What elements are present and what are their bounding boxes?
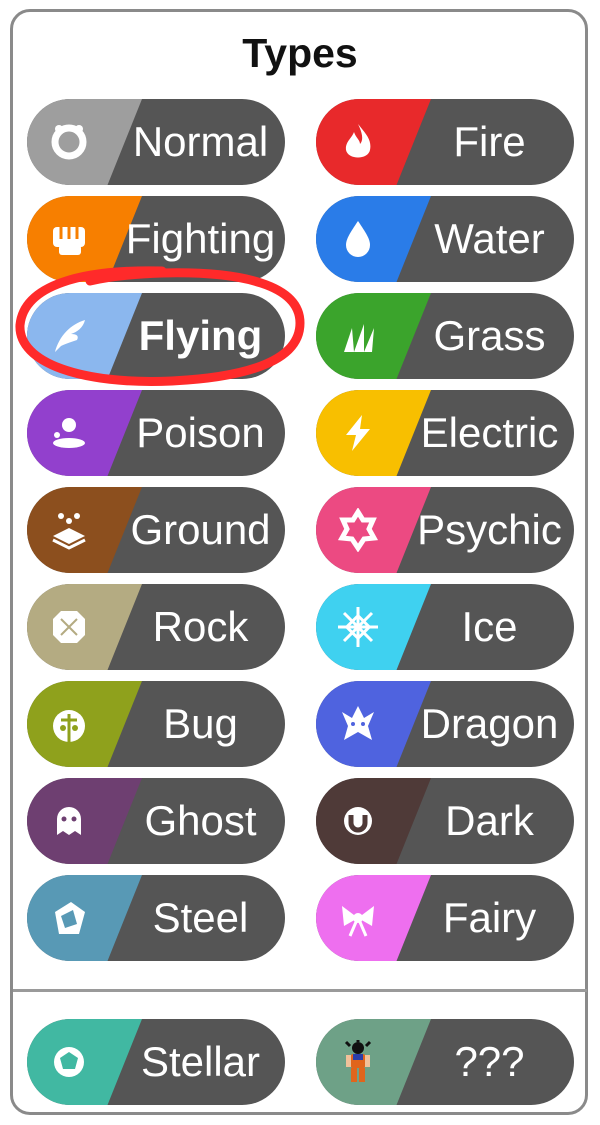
type-button-unknown[interactable]: ???	[316, 1019, 574, 1105]
rock-icon	[47, 605, 91, 649]
type-label: Fairy	[442, 894, 537, 941]
ring-icon	[47, 120, 91, 164]
type-label: Ground	[130, 506, 271, 553]
type-button-fighting[interactable]: Fighting	[27, 196, 285, 282]
type-button-water[interactable]: Water	[316, 196, 574, 282]
type-button-electric[interactable]: Electric	[316, 390, 574, 476]
type-button-fire[interactable]: Fire	[316, 99, 574, 185]
flame-icon	[336, 120, 380, 164]
type-button-bug[interactable]: Bug	[27, 681, 285, 767]
type-label: Dragon	[420, 700, 559, 747]
wing-icon	[47, 314, 91, 358]
type-label: ???	[454, 1038, 525, 1085]
poison-icon	[47, 411, 91, 455]
type-label: Dark	[445, 797, 534, 844]
type-button-psychic[interactable]: Psychic	[316, 487, 574, 573]
snowflake-icon	[336, 605, 380, 649]
fairy-icon	[336, 896, 380, 940]
type-label: Poison	[136, 409, 265, 456]
type-button-rock[interactable]: Rock	[27, 584, 285, 670]
leaves-icon	[336, 314, 380, 358]
fist-icon	[47, 217, 91, 261]
type-button-steel[interactable]: Steel	[27, 875, 285, 961]
type-button-ghost[interactable]: Ghost	[27, 778, 285, 864]
type-button-stellar[interactable]: Stellar	[27, 1019, 285, 1105]
type-label: Fighting	[125, 215, 276, 262]
type-button-poison[interactable]: Poison	[27, 390, 285, 476]
type-label: Steel	[152, 894, 249, 941]
lightning-icon	[336, 411, 380, 455]
character-icon	[336, 1040, 380, 1084]
type-label: Electric	[420, 409, 559, 456]
bug-icon	[47, 702, 91, 746]
stellar-icon	[47, 1040, 91, 1084]
droplet-icon	[336, 217, 380, 261]
ground-icon	[47, 508, 91, 552]
steel-icon	[47, 896, 91, 940]
ghost-icon	[47, 799, 91, 843]
type-button-flying[interactable]: Flying	[27, 293, 285, 379]
dragon-icon	[336, 702, 380, 746]
type-button-fairy[interactable]: Fairy	[316, 875, 574, 961]
type-label: Stellar	[140, 1038, 261, 1085]
type-button-ice[interactable]: Ice	[316, 584, 574, 670]
type-label: Fire	[453, 118, 526, 165]
type-button-normal[interactable]: Normal	[27, 99, 285, 185]
type-label: Grass	[433, 312, 546, 359]
type-button-dragon[interactable]: Dragon	[316, 681, 574, 767]
type-label: Flying	[138, 312, 263, 359]
type-button-ground[interactable]: Ground	[27, 487, 285, 573]
type-label: Psychic	[417, 506, 562, 553]
type-button-dark[interactable]: Dark	[316, 778, 574, 864]
section-divider	[13, 989, 587, 992]
type-label: Ghost	[144, 797, 257, 844]
page-title: Types	[242, 30, 358, 76]
dark-icon	[336, 799, 380, 843]
type-button-grass[interactable]: Grass	[316, 293, 574, 379]
type-label: Normal	[132, 118, 269, 165]
type-label: Rock	[152, 603, 249, 650]
psychic-icon	[336, 508, 380, 552]
type-label: Bug	[163, 700, 238, 747]
type-label: Water	[434, 215, 545, 262]
type-label: Ice	[461, 603, 518, 650]
